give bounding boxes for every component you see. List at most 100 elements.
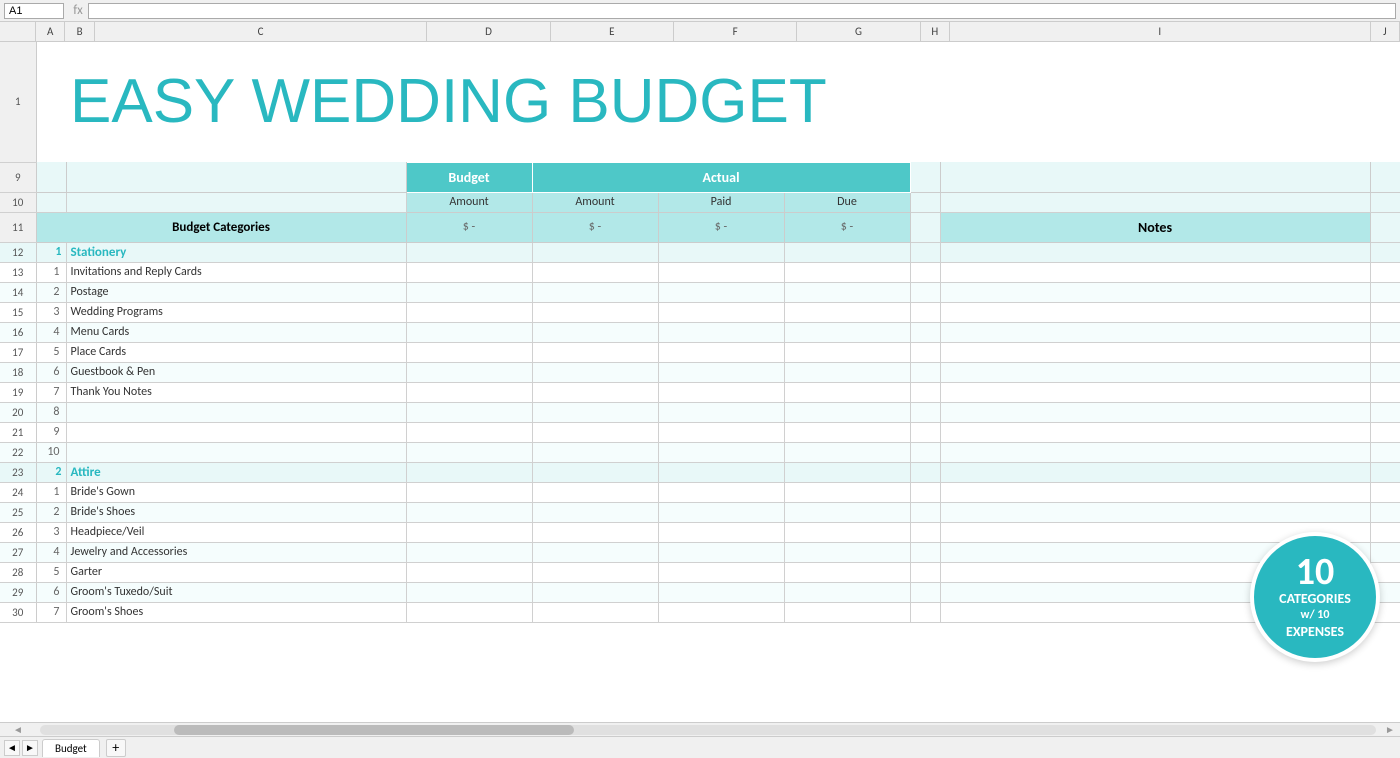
cell-g20[interactable]	[784, 402, 910, 422]
item-name-19[interactable]: Thank You Notes	[66, 382, 406, 402]
cell-g28[interactable]	[784, 562, 910, 582]
cell-d27[interactable]	[406, 542, 532, 562]
cell-g24[interactable]	[784, 482, 910, 502]
horizontal-scrollbar[interactable]: ◄ ►	[0, 722, 1400, 736]
cell-e14[interactable]	[532, 282, 658, 302]
cell-e28[interactable]	[532, 562, 658, 582]
cell-d20[interactable]	[406, 402, 532, 422]
cell-g19[interactable]	[784, 382, 910, 402]
col-header-j[interactable]: J	[1371, 22, 1400, 41]
formula-input[interactable]	[88, 3, 1396, 19]
cell-g18[interactable]	[784, 362, 910, 382]
col-header-e[interactable]: E	[551, 22, 674, 41]
cell-f28[interactable]	[658, 562, 784, 582]
cell-i19[interactable]	[940, 382, 1370, 402]
cell-g15[interactable]	[784, 302, 910, 322]
cell-d28[interactable]	[406, 562, 532, 582]
scrollbar-thumb[interactable]	[174, 725, 575, 735]
cell-f14[interactable]	[658, 282, 784, 302]
cell-f25[interactable]	[658, 502, 784, 522]
cell-e17[interactable]	[532, 342, 658, 362]
cell-c22[interactable]	[66, 442, 406, 462]
cell-d16[interactable]	[406, 322, 532, 342]
cell-i14[interactable]	[940, 282, 1370, 302]
cell-d19[interactable]	[406, 382, 532, 402]
cell-i17[interactable]	[940, 342, 1370, 362]
cell-d14[interactable]	[406, 282, 532, 302]
col-header-d[interactable]: D	[427, 22, 550, 41]
cell-i24[interactable]	[940, 482, 1370, 502]
cell-d22[interactable]	[406, 442, 532, 462]
cell-e16[interactable]	[532, 322, 658, 342]
cell-f17[interactable]	[658, 342, 784, 362]
cell-f21[interactable]	[658, 422, 784, 442]
cell-d29[interactable]	[406, 582, 532, 602]
cell-g14[interactable]	[784, 282, 910, 302]
scroll-left-arrow[interactable]: ◄	[0, 723, 36, 736]
cell-g16[interactable]	[784, 322, 910, 342]
cat-name-stationery[interactable]: Stationery	[66, 242, 406, 262]
cell-d17[interactable]	[406, 342, 532, 362]
cell-d13[interactable]	[406, 262, 532, 282]
cell-e29[interactable]	[532, 582, 658, 602]
cell-e30[interactable]	[532, 602, 658, 622]
cell-f20[interactable]	[658, 402, 784, 422]
cell-g26[interactable]	[784, 522, 910, 542]
cell-i13[interactable]	[940, 262, 1370, 282]
col-header-f[interactable]: F	[674, 22, 797, 41]
cell-g29[interactable]	[784, 582, 910, 602]
add-sheet-button[interactable]: +	[106, 739, 126, 757]
cell-d26[interactable]	[406, 522, 532, 542]
cell-e21[interactable]	[532, 422, 658, 442]
cell-f24[interactable]	[658, 482, 784, 502]
cell-i18[interactable]	[940, 362, 1370, 382]
cell-e20[interactable]	[532, 402, 658, 422]
cell-e25[interactable]	[532, 502, 658, 522]
item-name-16[interactable]: Menu Cards	[66, 322, 406, 342]
cell-e19[interactable]	[532, 382, 658, 402]
col-header-c[interactable]: C	[95, 22, 428, 41]
cell-e27[interactable]	[532, 542, 658, 562]
item-name-24[interactable]: Bride's Gown	[66, 482, 406, 502]
cell-e13[interactable]	[532, 262, 658, 282]
cell-f18[interactable]	[658, 362, 784, 382]
cell-f26[interactable]	[658, 522, 784, 542]
cell-f30[interactable]	[658, 602, 784, 622]
scrollbar-track[interactable]	[40, 725, 1376, 735]
item-name-27[interactable]: Jewelry and Accessories	[66, 542, 406, 562]
cell-i20[interactable]	[940, 402, 1370, 422]
item-name-29[interactable]: Groom's Tuxedo/Suit	[66, 582, 406, 602]
item-name-13[interactable]: Invitations and Reply Cards	[66, 262, 406, 282]
cell-g30[interactable]	[784, 602, 910, 622]
cell-f27[interactable]	[658, 542, 784, 562]
cell-f16[interactable]	[658, 322, 784, 342]
cell-d21[interactable]	[406, 422, 532, 442]
cell-c21[interactable]	[66, 422, 406, 442]
cell-g27[interactable]	[784, 542, 910, 562]
cell-i22[interactable]	[940, 442, 1370, 462]
tab-next-arrow[interactable]: ►	[22, 740, 38, 756]
cell-f13[interactable]	[658, 262, 784, 282]
col-header-h[interactable]: H	[921, 22, 950, 41]
item-name-30[interactable]: Groom's Shoes	[66, 602, 406, 622]
item-name-14[interactable]: Postage	[66, 282, 406, 302]
cell-i25[interactable]	[940, 502, 1370, 522]
tab-prev-arrow[interactable]: ◄	[4, 740, 20, 756]
cell-f19[interactable]	[658, 382, 784, 402]
cell-f15[interactable]	[658, 302, 784, 322]
cell-e24[interactable]	[532, 482, 658, 502]
cell-e15[interactable]	[532, 302, 658, 322]
cell-i16[interactable]	[940, 322, 1370, 342]
item-name-18[interactable]: Guestbook & Pen	[66, 362, 406, 382]
col-header-a[interactable]: A	[36, 22, 65, 41]
cell-i21[interactable]	[940, 422, 1370, 442]
cell-i15[interactable]	[940, 302, 1370, 322]
item-name-15[interactable]: Wedding Programs	[66, 302, 406, 322]
cell-d30[interactable]	[406, 602, 532, 622]
cell-g22[interactable]	[784, 442, 910, 462]
cell-d15[interactable]	[406, 302, 532, 322]
cell-f29[interactable]	[658, 582, 784, 602]
cell-e26[interactable]	[532, 522, 658, 542]
cell-g25[interactable]	[784, 502, 910, 522]
cell-c20[interactable]	[66, 402, 406, 422]
